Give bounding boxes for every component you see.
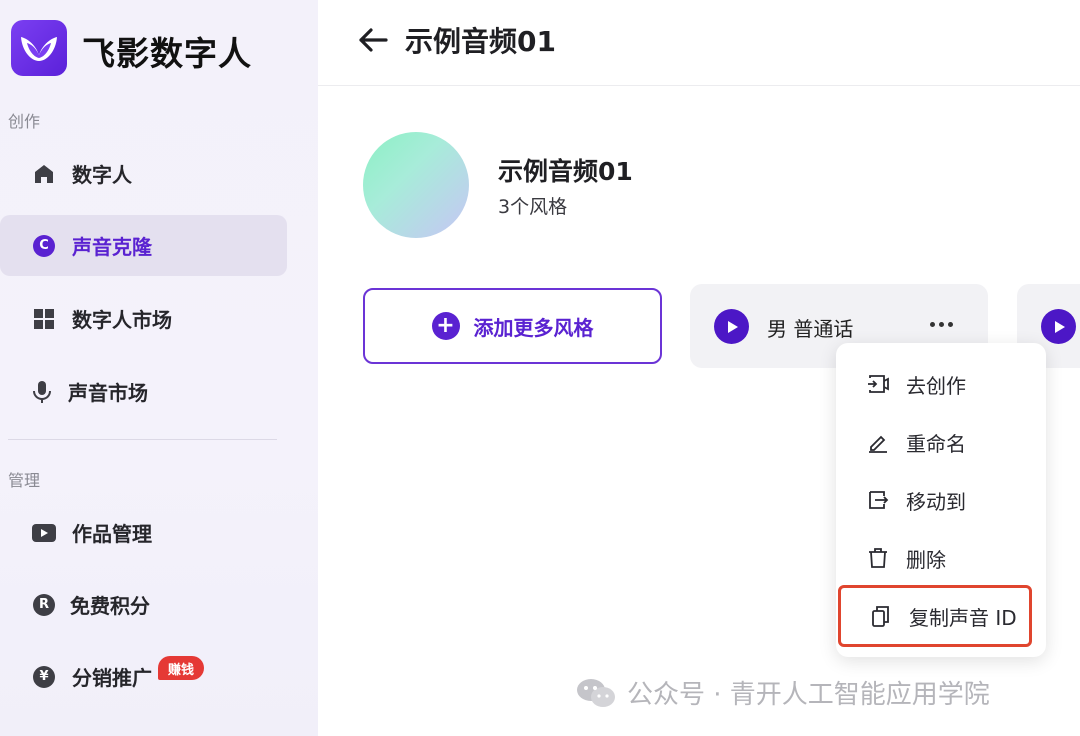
menu-item-label: 移动到 (906, 489, 966, 514)
move-icon (866, 488, 890, 512)
voice-avatar (363, 132, 469, 238)
r-glyph: R (33, 593, 55, 616)
video-play-icon (32, 521, 56, 545)
sidebar-item-voice-market[interactable]: 声音市场 (0, 361, 287, 422)
earn-badge: 赚钱 (158, 656, 205, 680)
sidebar-item-digital-human-market[interactable]: 数字人市场 (0, 288, 287, 349)
play-icon[interactable] (1041, 309, 1076, 344)
sidebar-item-distribution[interactable]: ¥ 分销推广 (0, 646, 287, 707)
voice-style-count: 3个风格 (498, 196, 568, 218)
yen-glyph: ¥ (33, 665, 55, 688)
copy-icon (869, 604, 893, 628)
back-arrow-icon[interactable] (356, 23, 390, 57)
home-icon (32, 162, 56, 186)
butterfly-logo-icon (21, 37, 57, 61)
style-label: 男 普通话 (767, 317, 854, 341)
sidebar-item-label: 数字人 (72, 163, 132, 187)
menu-item-delete[interactable]: 删除 (836, 529, 1046, 587)
sidebar-item-label: 声音克隆 (72, 235, 152, 259)
sidebar-item-label: 免费积分 (70, 594, 150, 618)
section-label-create: 创作 (8, 112, 41, 131)
watermark: 公众号 · 青开人工智能应用学院 (575, 674, 990, 711)
sidebar-item-label: 作品管理 (72, 522, 152, 546)
wechat-icon (577, 678, 615, 707)
menu-item-label: 复制声音 ID (909, 605, 1017, 630)
menu-item-move[interactable]: 移动到 (836, 471, 1046, 529)
grid-icon (32, 307, 56, 331)
r-circle-icon: R (32, 593, 56, 617)
trash-icon (866, 546, 890, 570)
create-video-icon (866, 372, 890, 396)
sidebar: 飞影数字人 创作 数字人 C 声音克隆 数字人市场 声音市场 管理 作品管理 R… (0, 0, 318, 736)
menu-item-copy-voice-id[interactable]: 复制声音 ID (838, 585, 1032, 647)
section-label-manage: 管理 (8, 471, 41, 490)
sidebar-item-label: 声音市场 (68, 381, 148, 405)
c-circle-icon: C (32, 234, 56, 258)
sidebar-divider (8, 439, 277, 440)
pencil-icon (866, 430, 890, 454)
microphone-icon (30, 380, 54, 404)
add-style-label: 添加更多风格 (473, 315, 594, 340)
menu-item-rename[interactable]: 重命名 (836, 413, 1046, 471)
brand-name: 飞影数字人 (82, 34, 252, 73)
voice-name: 示例音频01 (498, 157, 633, 186)
menu-item-label: 删除 (906, 547, 946, 572)
add-style-button[interactable]: + 添加更多风格 (363, 288, 662, 364)
menu-item-create[interactable]: 去创作 (836, 355, 1046, 413)
plus-circle-icon: + (431, 312, 460, 340)
yen-circle-icon: ¥ (32, 665, 56, 689)
sidebar-item-voice-clone[interactable]: C 声音克隆 (0, 215, 287, 276)
menu-item-label: 重命名 (906, 431, 966, 456)
sidebar-item-label: 数字人市场 (72, 308, 172, 332)
more-options-icon[interactable] (925, 310, 957, 338)
page-title: 示例音频01 (405, 25, 556, 58)
sidebar-item-digital-human[interactable]: 数字人 (0, 143, 287, 204)
sidebar-item-works[interactable]: 作品管理 (0, 502, 287, 563)
app-logo[interactable] (11, 20, 67, 76)
sidebar-item-label: 分销推广 (72, 666, 152, 690)
watermark-text: 公众号 · 青开人工智能应用学院 (627, 680, 990, 710)
play-icon[interactable] (714, 309, 749, 344)
menu-item-label: 去创作 (906, 373, 966, 398)
sidebar-item-free-points[interactable]: R 免费积分 (0, 574, 287, 635)
c-glyph: C (33, 234, 55, 257)
context-menu: 去创作 重命名 移动到 删除 复制声音 ID (836, 343, 1046, 657)
